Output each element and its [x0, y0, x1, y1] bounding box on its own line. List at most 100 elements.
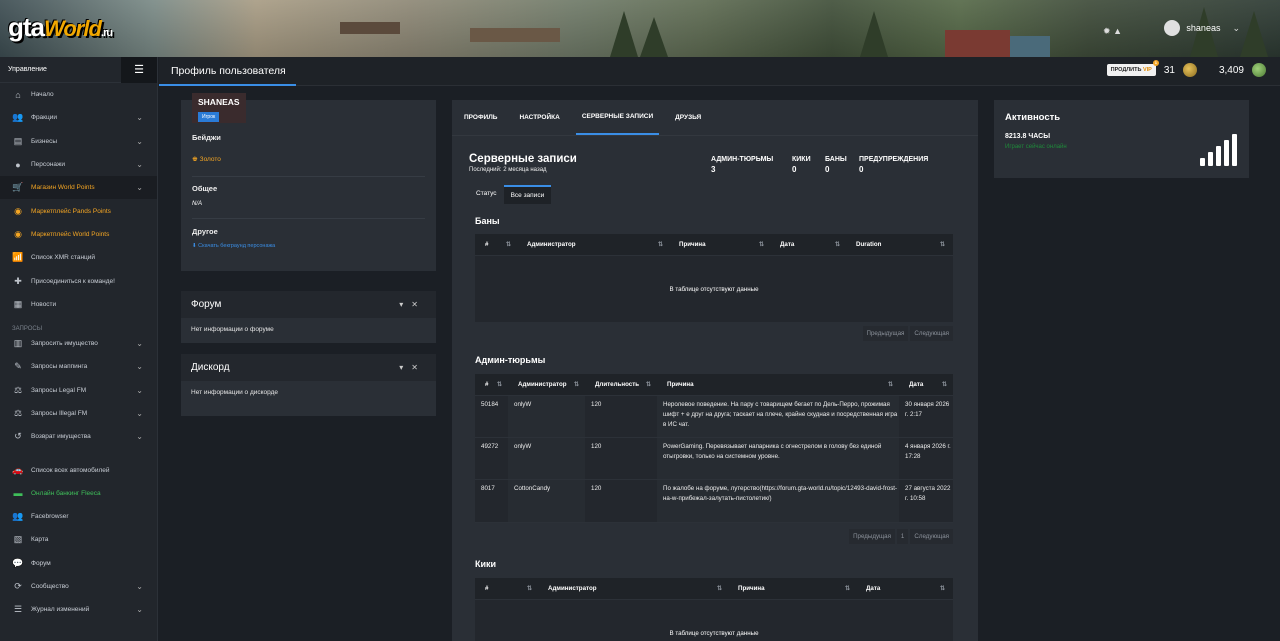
sidebar-item[interactable]: ◉ Маркетплейс World Points [0, 223, 157, 246]
tab-settings[interactable]: НАСТРОЙКА [513, 100, 565, 135]
stat-warnings: ПРЕДУПРЕЖДЕНИЯ 0 [859, 156, 929, 174]
chevron-down-icon: ⌄ [136, 339, 143, 349]
user-menu[interactable]: shaneas ⌄ [1164, 20, 1240, 36]
extend-vip-button[interactable]: ПРОДЛИТЬ VIP 1 [1106, 60, 1159, 76]
kicks-empty: В таблице отсутствуют данные [669, 629, 759, 637]
sidebar-item[interactable]: ⌂ Начало [0, 83, 157, 106]
page-title: Профиль пользователя [159, 57, 296, 86]
sidebar-item-label: Бизнесы [31, 137, 58, 145]
tab-profile[interactable]: ПРОФИЛЬ [458, 100, 503, 135]
scale-icon: ⚖ [13, 384, 23, 395]
sidebar-item-label: Персонажи [31, 161, 66, 169]
sidebar-item[interactable]: 👥 Facebrowser [0, 505, 157, 528]
download-background-link[interactable]: ⬇ Скачать бекграунд персонажа [192, 243, 275, 249]
subtab-status[interactable]: Статус [469, 185, 504, 204]
user-plus-icon: ✚ [14, 275, 22, 286]
next-page-button[interactable]: Следующая [910, 326, 953, 341]
page-number-button[interactable]: 1 [896, 529, 909, 544]
sidebar-item[interactable]: ◉ Маркетплейс Pands Points [0, 199, 157, 222]
sidebar-item[interactable]: ▬ Онлайн банкинг Fleeca [0, 482, 157, 505]
radio-icon: 📶 [12, 252, 24, 263]
prev-page-button[interactable]: Предыдущая [849, 529, 895, 544]
sidebar-item[interactable]: ⚖ Запросы Illegal FM ⌄ [0, 402, 157, 425]
col-date[interactable]: Дата ⇅ [856, 585, 951, 592]
next-page-button[interactable]: Следующая [910, 529, 953, 544]
sidebar-item[interactable]: 📶 Список XMR станций [0, 246, 157, 269]
site-logo[interactable]: gtaWorld.ru [8, 12, 113, 43]
sidebar-item[interactable]: ▤ Бизнесы ⌄ [0, 130, 157, 153]
sidebar-item[interactable]: ⚖ Запросы Legal FM ⌄ [0, 379, 157, 402]
sidebar-item-label: Форум [31, 559, 51, 567]
general-label: Общее [192, 184, 218, 193]
col-duration[interactable]: Длительность ⇅ [585, 381, 657, 388]
sidebar-item-label: Маркетплейс Pands Points [31, 207, 111, 215]
kicks-table-header: # ⇅ Администратор ⇅ Причина ⇅ Дата ⇅ [475, 578, 953, 600]
chevron-down-icon: ⌄ [136, 432, 143, 442]
sidebar-item-label: Онлайн банкинг Fleeca [31, 489, 101, 497]
tab-server-records[interactable]: СЕРВЕРНЫЕ ЗАПИСИ [575, 100, 660, 135]
sidebar-item[interactable]: ✎ Запросы маппинга ⌄ [0, 355, 157, 378]
bell-icon[interactable]: ▲ [1113, 26, 1122, 36]
col-duration[interactable]: Duration ⇅ [846, 241, 951, 248]
collapse-icon[interactable]: ▾ [399, 300, 411, 309]
sidebar-requests-list: ▥ Запросить имущество ⌄ ✎ Запросы маппинга ⌄ ⚖… [0, 332, 157, 448]
header-icons: ✹ ▲ [1103, 26, 1122, 37]
table-row: 49272 onlyW 120 PowerGaming. Перевязывае… [475, 438, 953, 480]
sidebar-item-label: Журнал изменений [31, 606, 90, 614]
other-label: Другое [192, 227, 218, 236]
discord-panel: Дискорд ▾✕ Нет информации о дискорде [181, 354, 436, 416]
col-admin[interactable]: Администратор ⇅ [517, 241, 669, 248]
jails-title: Админ-тюрьмы [475, 355, 546, 365]
table-row: 50184 onlyW 120 Неролевое поведение. На … [475, 396, 953, 438]
sidebar-item[interactable]: ▦ Новости [0, 293, 157, 316]
records-title: Серверные записи [469, 153, 577, 165]
close-icon[interactable]: ✕ [411, 363, 426, 372]
col-date[interactable]: Дата ⇅ [770, 241, 846, 248]
chevron-down-icon: ⌄ [136, 385, 143, 395]
sidebar-item[interactable]: ↺ Возврат имущества ⌄ [0, 425, 157, 448]
sidebar-item[interactable]: ✚ Присоединиться к команде! [0, 269, 157, 292]
sidebar-item[interactable]: ● Персонажи ⌄ [0, 153, 157, 176]
col-id[interactable]: # ⇅ [475, 381, 508, 388]
col-reason[interactable]: Причина ⇅ [657, 381, 899, 388]
sidebar-item[interactable]: ☰ Журнал изменений ⌄ [0, 598, 157, 621]
tab-friends[interactable]: ДРУЗЬЯ [669, 100, 707, 135]
menu-icon[interactable]: ☰ [121, 56, 157, 83]
close-icon[interactable]: ✕ [411, 300, 426, 309]
col-admin[interactable]: Администратор ⇅ [508, 381, 585, 388]
prev-page-button[interactable]: Предыдущая [862, 326, 909, 341]
sidebar-item[interactable]: ▧ Карта [0, 528, 157, 551]
sidebar-item[interactable]: 👥 Фракции ⌄ [0, 106, 157, 129]
logo-ru: .ru [100, 27, 113, 39]
col-admin[interactable]: Администратор ⇅ [538, 585, 728, 592]
col-id[interactable]: # ⇅ [475, 241, 517, 248]
sidebar-item[interactable]: ⟳ Сообщество ⌄ [0, 575, 157, 598]
records-subtitle: Последний: 2 месяца назад [469, 167, 547, 173]
col-reason[interactable]: Причина ⇅ [728, 585, 856, 592]
vip-badge: 1 [1152, 60, 1159, 66]
discord-panel-text: Нет информации о дискорде [191, 389, 279, 396]
col-id[interactable]: # ⇅ [475, 585, 538, 592]
bans-table: # ⇅ Администратор ⇅ Причина ⇅ Дата ⇅ Duratio… [475, 234, 953, 322]
chevron-down-icon: ⌄ [136, 362, 143, 372]
sidebar-item-label: Маркетплейс World Points [31, 230, 110, 238]
vip-prefix: ПРОДЛИТЬ [1110, 67, 1142, 73]
signal-bar [1232, 134, 1237, 166]
col-date[interactable]: Дата ⇅ [899, 381, 953, 388]
settings-icon[interactable]: ✹ [1103, 26, 1111, 36]
coin-b-icon [1252, 63, 1266, 77]
jails-table: # ⇅ Администратор ⇅ Длительность ⇅ Причина ⇅… [475, 374, 953, 523]
role-badge: Игрок [198, 112, 220, 122]
chevron-down-icon: ⌄ [1232, 22, 1240, 33]
panel-controls[interactable]: ▾✕ [399, 363, 426, 372]
building-icon: ▥ [13, 338, 23, 349]
stat-kicks: КИКИ 0 [792, 156, 811, 174]
sidebar-item[interactable]: 💬 Форум [0, 552, 157, 575]
col-reason[interactable]: Причина ⇅ [669, 241, 770, 248]
sidebar-item[interactable]: ▥ Запросить имущество ⌄ [0, 332, 157, 355]
collapse-icon[interactable]: ▾ [399, 363, 411, 372]
panel-controls[interactable]: ▾✕ [399, 300, 426, 309]
sidebar-item[interactable]: 🛒 Магазин World Points ⌄ [0, 176, 157, 200]
subtab-all-records[interactable]: Все записи [503, 185, 552, 204]
sidebar-item[interactable]: 🚗 Список всех автомобилей [0, 458, 157, 481]
